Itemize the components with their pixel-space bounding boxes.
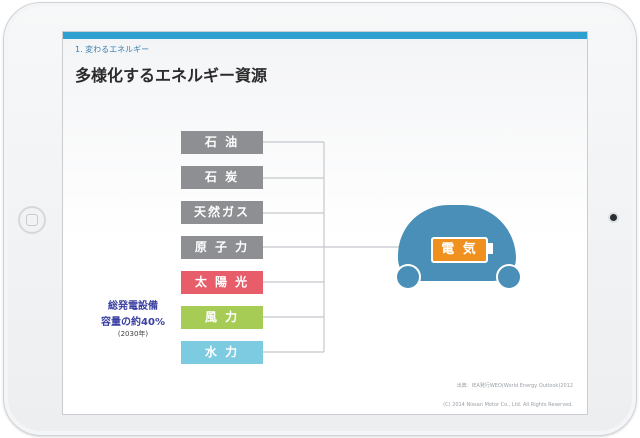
battery-tip <box>488 243 493 254</box>
car-wheel-rear <box>496 264 522 290</box>
home-button[interactable] <box>18 206 46 234</box>
copyright-note: (C) 2014 Nissan Motor Co., Ltd. All Righ… <box>443 402 573 408</box>
energy-source-solar: 太 陽 光 <box>181 271 263 294</box>
energy-source-coal: 石 炭 <box>181 166 263 189</box>
capacity-note-year: (2030年) <box>117 330 149 338</box>
car-wheel-front <box>395 264 421 290</box>
energy-source-nuclear: 原 子 力 <box>181 236 263 259</box>
capacity-note-line1: 総発電設備 <box>108 301 158 312</box>
electricity-battery-label: 電 気 <box>431 237 488 263</box>
energy-source-hydro: 水 力 <box>181 341 263 364</box>
source-note: 出典：IEA発行WEO(World Energy Outlook)2012 <box>456 383 573 389</box>
camera-icon <box>610 214 617 221</box>
energy-source-oil: 石 油 <box>181 131 263 154</box>
energy-source-natural-gas: 天然ガス <box>181 201 263 224</box>
energy-source-wind: 風 力 <box>181 306 263 329</box>
capacity-note-line2: 容量の約40% <box>101 317 165 328</box>
connector-lines <box>263 141 399 353</box>
slide-screen: 1. 変わるエネルギー 多様化するエネルギー資源 石 油 石 炭 天然ガス 原 … <box>62 31 588 415</box>
tablet-frame: 1. 変わるエネルギー 多様化するエネルギー資源 石 油 石 炭 天然ガス 原 … <box>3 2 637 436</box>
